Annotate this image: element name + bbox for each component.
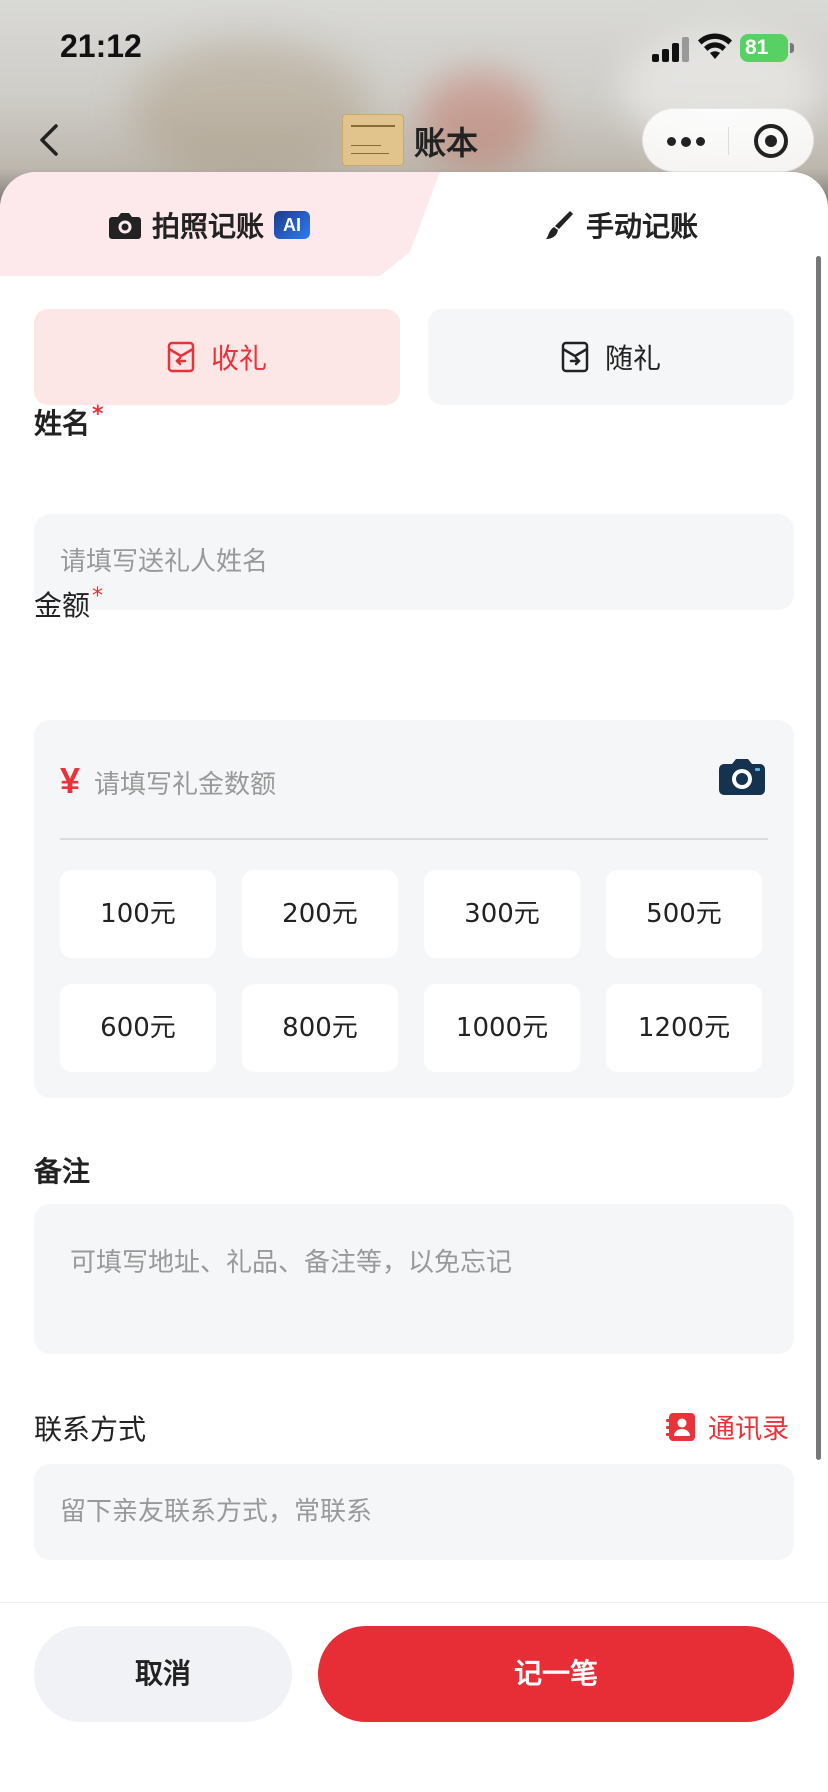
bookkeeping-sheet: 拍照记账 AI 手动记账 收礼 随礼 姓名* 请填写送礼人姓名 金额* ¥ 请填… (0, 172, 828, 1792)
battery-level: 81 (745, 36, 769, 59)
amount-preset-chip[interactable]: 1200元 (606, 984, 762, 1072)
amount-preset-chip[interactable]: 800元 (242, 984, 398, 1072)
note-label: 备注 (34, 1155, 91, 1188)
amount-preset-chip[interactable]: 200元 (242, 870, 398, 958)
amount-label: 金额* (34, 584, 104, 622)
tab-photo-label: 拍照记账 (152, 210, 265, 243)
tab-photo-bookkeeping[interactable]: 拍照记账 AI (108, 204, 311, 246)
submit-record-button[interactable]: 记一笔 (318, 1626, 794, 1722)
currency-symbol: ¥ (60, 760, 81, 801)
amount-preset-chip[interactable]: 300元 (424, 870, 580, 958)
camera-icon (109, 213, 141, 239)
brush-icon (546, 211, 573, 239)
bottom-divider (0, 1602, 828, 1603)
nav-bar: 账本 (0, 100, 828, 180)
nav-title: 账本 (414, 124, 479, 162)
receive-gift-icon (167, 341, 195, 373)
contact-placeholder: 留下亲友联系方式，常联系 (60, 1497, 373, 1527)
ai-badge: AI (274, 211, 311, 239)
amount-preset-chip[interactable]: 500元 (606, 870, 762, 958)
required-mark: * (92, 584, 104, 609)
receive-gift-button[interactable]: 收礼 (34, 309, 400, 405)
cancel-button[interactable]: 取消 (34, 1626, 292, 1722)
close-mini-program-icon[interactable] (754, 124, 788, 158)
amount-input[interactable]: 请填写礼金数额 (94, 764, 276, 801)
contacts-link-label: 通讯录 (708, 1414, 789, 1445)
give-gift-icon (561, 341, 589, 373)
contact-label: 联系方式 (34, 1413, 147, 1446)
back-icon[interactable] (30, 118, 70, 162)
contact-input[interactable]: 留下亲友联系方式，常联系 (34, 1464, 794, 1560)
status-bar: 21:12 81 (0, 0, 828, 100)
battery-indicator: 81 (740, 34, 788, 62)
note-placeholder: 可填写地址、礼品、备注等，以免忘记 (70, 1248, 513, 1278)
wifi-icon (698, 33, 732, 59)
address-book-icon (666, 1412, 695, 1441)
tab-manual-bookkeeping[interactable]: 手动记账 (544, 204, 698, 246)
contacts-link[interactable]: 通讯录 (666, 1407, 789, 1446)
name-input[interactable]: 请填写送礼人姓名 (34, 514, 794, 610)
receive-gift-label: 收礼 (210, 342, 267, 375)
amount-preset-chip[interactable]: 100元 (60, 870, 216, 958)
amount-preset-chip[interactable]: 1000元 (424, 984, 580, 1072)
app-logo (342, 114, 404, 166)
status-time: 21:12 (60, 28, 142, 64)
amount-panel: ¥ 请填写礼金数额 100元 200元 300元 500元 600元 800元 … (34, 720, 794, 1098)
more-icon[interactable] (665, 127, 707, 155)
scrollbar[interactable] (816, 256, 821, 1460)
give-gift-button[interactable]: 随礼 (428, 309, 794, 405)
scan-camera-icon[interactable] (718, 756, 766, 796)
name-placeholder: 请填写送礼人姓名 (60, 547, 269, 577)
give-gift-label: 随礼 (604, 342, 661, 375)
name-label: 姓名* (34, 402, 104, 440)
note-textarea[interactable]: 可填写地址、礼品、备注等，以免忘记 (34, 1204, 794, 1354)
required-mark: * (92, 402, 104, 427)
amount-preset-chip[interactable]: 600元 (60, 984, 216, 1072)
cellular-signal-icon (652, 36, 690, 62)
amount-divider (60, 838, 768, 840)
tab-manual-label: 手动记账 (586, 210, 699, 243)
mini-program-capsule (642, 108, 814, 172)
